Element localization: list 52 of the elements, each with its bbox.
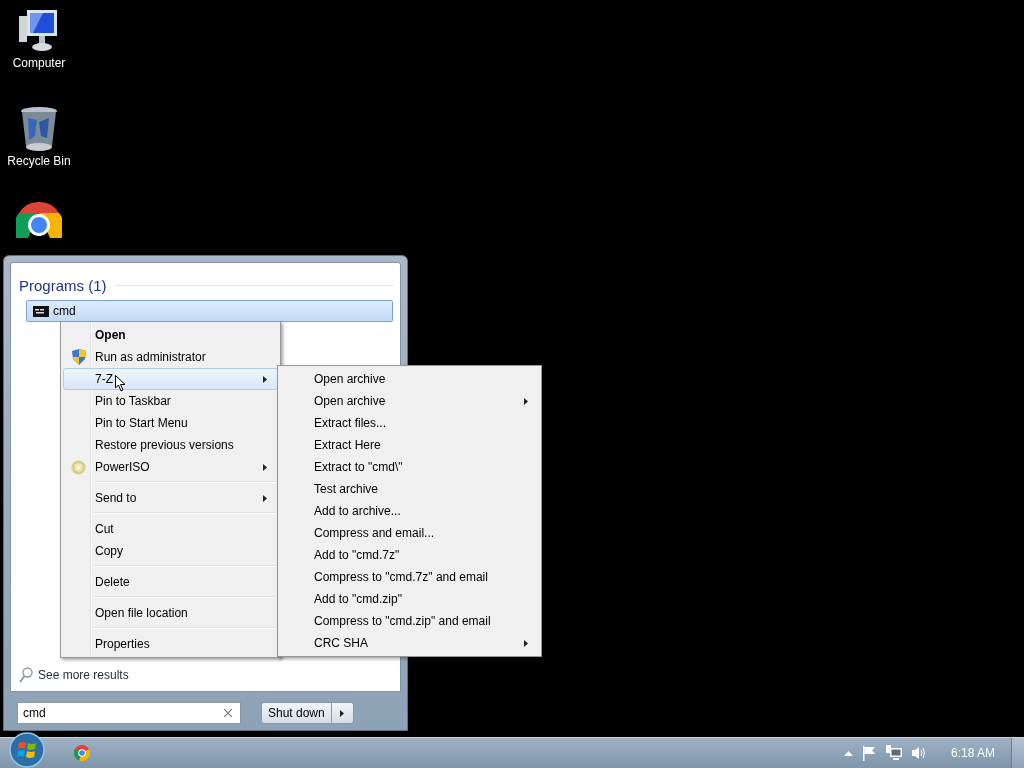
disc-icon (71, 459, 86, 475)
search-field[interactable]: cmd (17, 702, 241, 724)
caret-icon (340, 709, 345, 717)
menu-item[interactable]: Restore previous versions (63, 434, 278, 456)
menu-item[interactable]: Open (63, 324, 278, 346)
see-more-results-link[interactable]: See more results (38, 668, 129, 682)
speaker-icon[interactable] (910, 745, 927, 761)
program-name: cmd (53, 304, 76, 318)
menu-item[interactable]: Open archive (280, 368, 539, 390)
menu-item[interactable]: Pin to Start Menu (63, 412, 278, 434)
close-icon[interactable] (224, 709, 232, 717)
desktop-icon-label[interactable]: Recycle Bin (7, 154, 71, 168)
menu-item[interactable]: Add to "cmd.zip" (280, 588, 539, 610)
section-title: Programs (1) (19, 277, 107, 294)
submenu-arrow-icon (263, 376, 267, 383)
menu-item[interactable]: Properties (63, 633, 278, 655)
program-result[interactable]: cmd (26, 300, 393, 322)
menu-item[interactable]: Add to archive... (280, 500, 539, 522)
menu-item[interactable]: Add to "cmd.7z" (280, 544, 539, 566)
menu-item[interactable]: Send to (63, 487, 278, 509)
menu-item[interactable]: Extract files... (280, 412, 539, 434)
menu-item[interactable]: Test archive (280, 478, 539, 500)
menu-item[interactable]: Compress to "cmd.zip" and email (280, 610, 539, 632)
recycle-bin-icon[interactable] (19, 106, 59, 152)
mouse-cursor-icon (115, 374, 126, 392)
menu-item[interactable]: Pin to Taskbar (63, 390, 278, 412)
menu-item[interactable]: Extract Here (280, 434, 539, 456)
desktop-icon-label[interactable]: Computer (12, 56, 66, 70)
menu-item[interactable]: PowerISO (63, 456, 278, 478)
submenu-arrow-icon (263, 464, 267, 471)
console-icon (33, 305, 49, 317)
shut-down-options-button[interactable] (331, 702, 354, 724)
menu-item[interactable]: Copy (63, 540, 278, 562)
menu-item[interactable]: Compress to "cmd.7z" and email (280, 566, 539, 588)
menu-item[interactable]: Cut (63, 518, 278, 540)
shield-icon (71, 349, 86, 365)
start-button[interactable] (9, 732, 45, 768)
shut-down-button[interactable]: Shut down (261, 702, 332, 724)
menu-item[interactable]: Open archive (280, 390, 539, 412)
menu-item[interactable]: Extract to "cmd\" (280, 456, 539, 478)
submenu-arrow-icon (263, 495, 267, 502)
menu-item[interactable]: Open file location (63, 602, 278, 624)
flag-icon[interactable] (860, 745, 877, 761)
menu-item[interactable]: 7-Z (63, 368, 278, 390)
menu-item[interactable]: Delete (63, 571, 278, 593)
network-icon[interactable] (884, 745, 903, 761)
show-hidden-icons-button[interactable] (843, 750, 853, 756)
menu-item[interactable]: Compress and email... (280, 522, 539, 544)
browser-icon[interactable] (16, 202, 62, 238)
menu-item[interactable]: CRC SHA (280, 632, 539, 654)
search-icon (19, 667, 33, 683)
menu-item[interactable]: Run as administrator (63, 346, 278, 368)
